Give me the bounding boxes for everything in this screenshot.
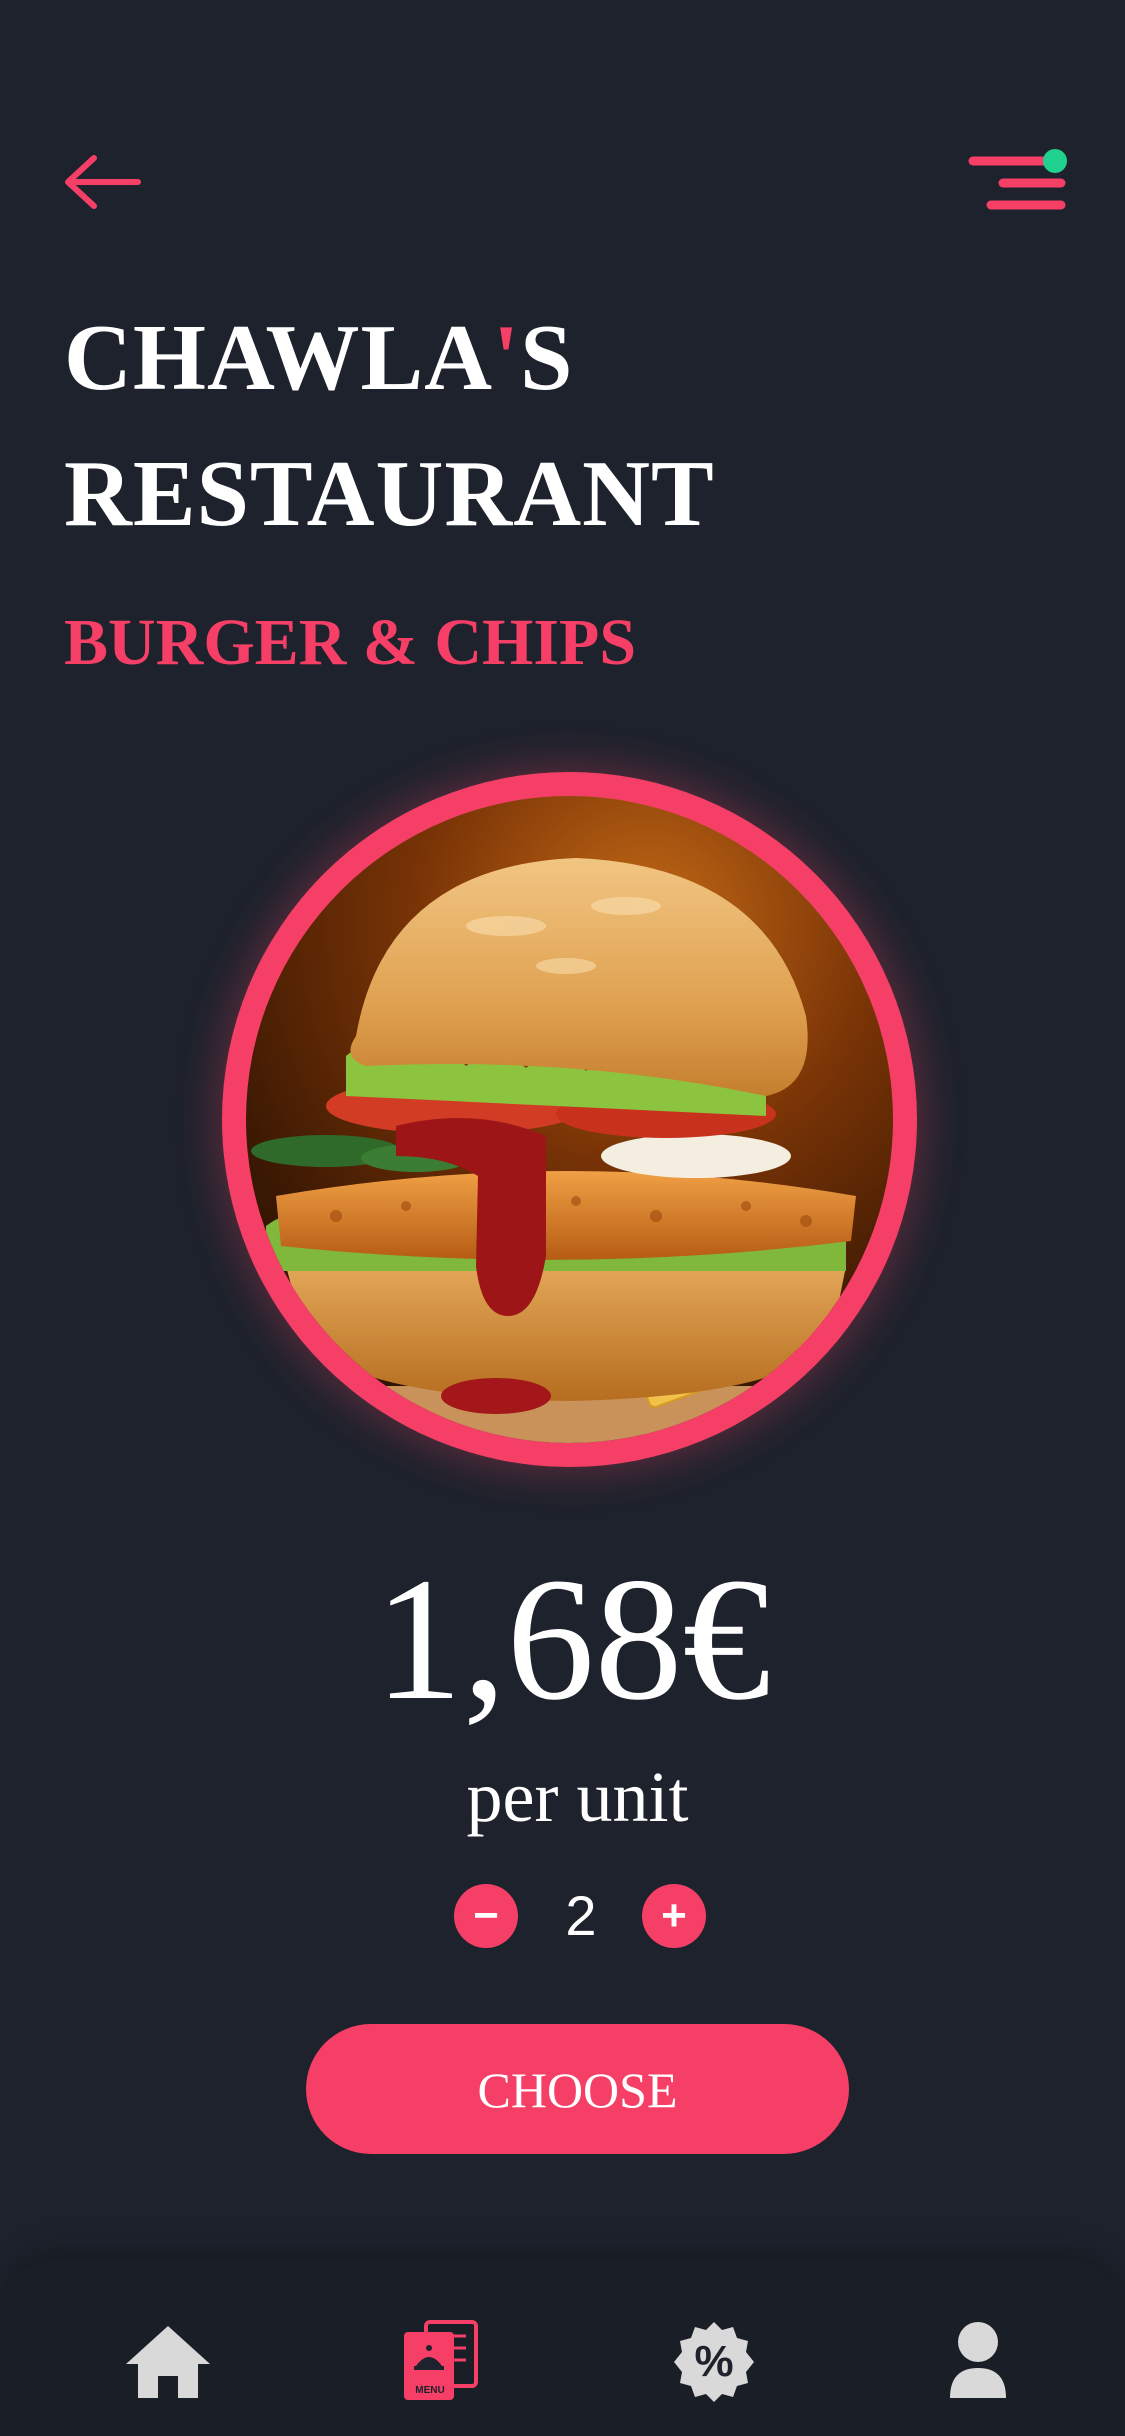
home-icon xyxy=(126,2326,210,2398)
increase-quantity-button[interactable]: + xyxy=(642,1884,706,1948)
bottom-navigation: MENU % xyxy=(0,2260,1125,2436)
product-name: BURGER & CHIPS xyxy=(64,606,637,679)
menu-button[interactable] xyxy=(965,145,1075,225)
user-profile-icon xyxy=(950,2322,1006,2398)
restaurant-name-part1: CHAWLA xyxy=(64,306,494,410)
burger-and-chips-photo xyxy=(246,796,893,1443)
choose-button[interactable]: CHOOSE xyxy=(306,2024,849,2154)
nav-item-menu[interactable]: MENU xyxy=(390,2314,486,2410)
hamburger-menu-icon xyxy=(968,149,1067,210)
menu-icon-label: MENU xyxy=(415,2385,445,2396)
arrow-left-icon xyxy=(65,155,141,209)
nav-item-promotions[interactable]: % xyxy=(666,2314,762,2410)
back-button[interactable] xyxy=(60,150,150,214)
restaurant-name-part2: S xyxy=(520,306,574,410)
product-price: 1,68€ xyxy=(374,1542,771,1737)
nav-item-profile[interactable] xyxy=(930,2314,1026,2410)
notification-dot xyxy=(1043,149,1067,173)
decrease-quantity-button[interactable]: − xyxy=(454,1884,518,1948)
discount-symbol: % xyxy=(694,2337,734,2386)
product-image-frame xyxy=(222,772,917,1467)
quantity-value: 2 xyxy=(565,1884,597,1947)
restaurant-name: CHAWLA'S RESTAURANT xyxy=(64,290,715,562)
restaurant-name-apostrophe: ' xyxy=(493,306,521,410)
nav-item-home[interactable] xyxy=(120,2314,216,2410)
restaurant-name-line2: RESTAURANT xyxy=(64,442,715,546)
price-unit-label: per unit xyxy=(466,1757,689,1837)
